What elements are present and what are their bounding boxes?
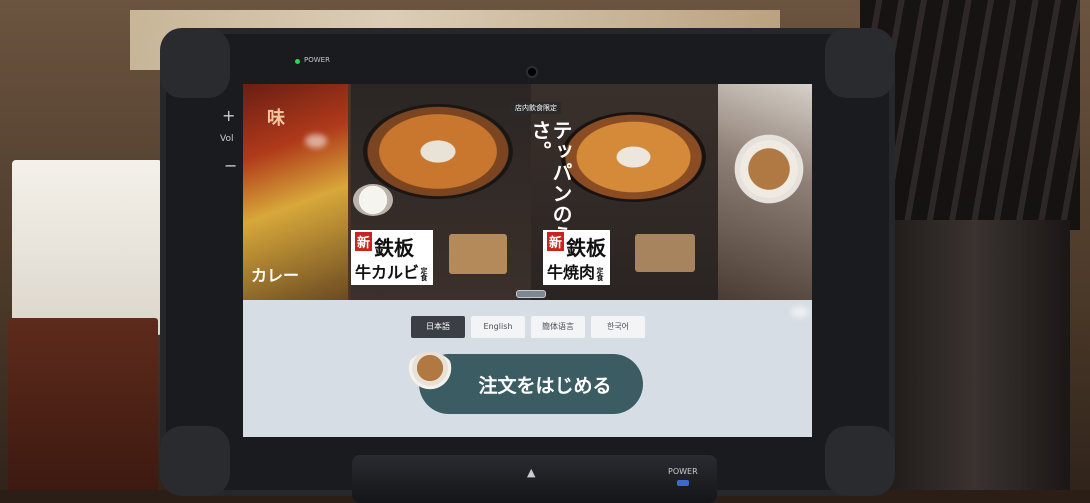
power-label-top: POWER — [304, 56, 330, 64]
promo-banner[interactable]: 味 カレー 店内飲食限定 テッパンのうまさ。 新鉄板 牛カルビ定食 新鉄板 牛焼… — [243, 84, 812, 300]
camera-icon — [528, 68, 536, 76]
menu-name-bottom: 牛カルビ定食 — [355, 259, 429, 283]
side-dish-tray-image — [449, 234, 507, 274]
language-button-korean[interactable]: 한국어 — [591, 316, 645, 338]
power-led-icon — [295, 59, 300, 64]
teppan-yakiniku-image — [561, 112, 706, 202]
menu-name-top: 鉄板 — [566, 236, 607, 260]
menu-label-karubi: 新鉄板 牛カルビ定食 — [351, 230, 434, 285]
start-order-button[interactable]: 注文をはじめる — [419, 354, 643, 414]
tablet-bumper-top-right — [825, 28, 895, 98]
tablet-bumper-bottom-left — [160, 426, 230, 496]
gyudon-bowl-icon — [406, 352, 454, 392]
menu-suffix: 定食 — [420, 266, 429, 281]
new-badge: 新 — [547, 232, 565, 251]
gyudon-bowl-image — [729, 124, 809, 224]
volume-label: Vol — [220, 134, 234, 144]
volume-down-button[interactable]: − — [224, 156, 237, 175]
power-button[interactable] — [677, 480, 689, 486]
banner-side-left-curry-text: カレー — [251, 266, 300, 285]
menu-name-top: 鉄板 — [374, 236, 415, 260]
menu-name: 牛焼肉 — [547, 263, 596, 282]
volume-up-button[interactable]: + — [222, 106, 235, 125]
chopstick-holder — [880, 220, 1070, 503]
teppan-karubi-image — [363, 104, 513, 199]
language-button-japanese[interactable]: 日本語 — [411, 316, 465, 338]
napkin-holder — [8, 318, 158, 503]
menu-label-yakiniku: 新鉄板 牛焼肉定食 — [543, 230, 611, 285]
charging-dock — [352, 455, 717, 503]
banner-side-left-text: 味 — [267, 108, 285, 129]
rice-bowl-image — [353, 184, 393, 216]
tablet-screen: 味 カレー 店内飲食限定 テッパンのうまさ。 新鉄板 牛カルビ定食 新鉄板 牛焼… — [243, 84, 812, 437]
start-order-label: 注文をはじめる — [478, 374, 612, 397]
menu-suffix: 定食 — [596, 266, 605, 281]
napkin-stack — [12, 160, 162, 335]
screen-glare — [305, 134, 327, 148]
carousel-indicator[interactable] — [516, 290, 546, 298]
side-dish-tray-image — [635, 234, 695, 272]
menu-name: 牛カルビ — [355, 263, 420, 282]
tablet-bumper-top-left — [160, 28, 230, 98]
dock-arrow-icon: ▲ — [527, 466, 536, 479]
language-selector: 日本語 English 簡体语言 한국어 — [411, 316, 645, 338]
language-button-english[interactable]: English — [471, 316, 525, 338]
menu-name-bottom: 牛焼肉定食 — [547, 259, 606, 283]
screen-glare — [791, 306, 809, 318]
limited-tag: 店内飲食限定 — [511, 102, 561, 114]
new-badge: 新 — [355, 232, 373, 251]
language-button-chinese[interactable]: 簡体语言 — [531, 316, 585, 338]
tablet-bumper-bottom-right — [825, 426, 895, 496]
power-label-bottom: POWER — [668, 467, 698, 476]
